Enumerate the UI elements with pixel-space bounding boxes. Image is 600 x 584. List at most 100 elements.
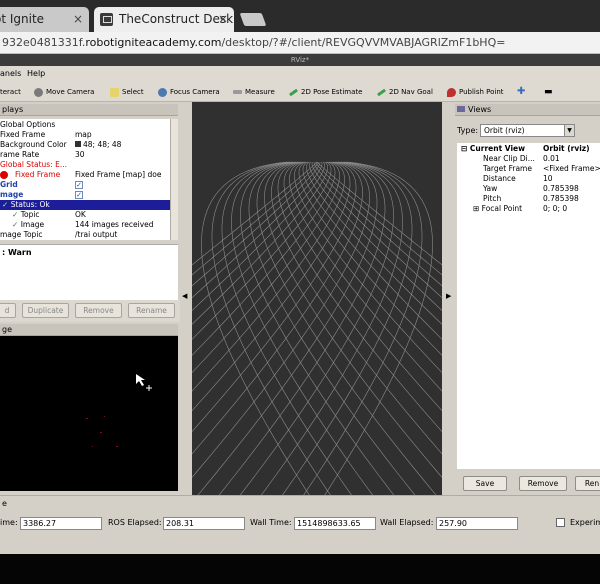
experimental-checkbox[interactable]	[556, 518, 565, 527]
tree-row[interactable]: ⊞ Focal Point 0; 0; 0	[457, 204, 600, 214]
displays-scrollbar[interactable]	[170, 119, 178, 240]
grid-line	[345, 225, 353, 233]
menu-help[interactable]: Help	[27, 69, 45, 78]
wall-elapsed-field[interactable]: 257.90	[436, 517, 518, 530]
add-button[interactable]: d	[0, 303, 16, 318]
grid-line	[308, 375, 318, 389]
grid-line	[247, 248, 257, 258]
tree-row[interactable]: Global Options	[0, 120, 170, 130]
grid-line	[201, 248, 203, 257]
grid-line	[231, 225, 242, 233]
grid-line	[200, 304, 213, 316]
rename-button[interactable]: Rename	[128, 303, 175, 318]
grid-line	[309, 161, 312, 164]
grid-canvas	[192, 161, 442, 507]
menu-panels[interactable]: anels	[0, 69, 21, 78]
grid-line	[290, 189, 293, 196]
grid-line	[246, 168, 255, 172]
tree-row[interactable]: Target Frame <Fixed Frame>	[457, 164, 600, 174]
grid-line	[390, 415, 403, 431]
tree-row[interactable]: Distance 10	[457, 174, 600, 184]
grid-line	[298, 401, 309, 416]
grid-line	[269, 173, 273, 178]
grid-line	[325, 162, 328, 165]
remove-button[interactable]: Remove	[75, 303, 122, 318]
pose-estimate-tool[interactable]: 2D Pose Estimate	[288, 86, 362, 98]
grid-line	[241, 232, 244, 241]
tree-row[interactable]: Yaw 0.785398	[457, 184, 600, 194]
grid-line	[316, 168, 320, 172]
grid-line	[343, 284, 350, 295]
address-bar[interactable]: 932e0481331f.robotigniteacademy.com/desk…	[0, 32, 600, 54]
tree-row[interactable]: ⊟ Current View Orbit (rviz)	[457, 144, 600, 154]
tree-row[interactable]: rame Rate 30	[0, 150, 170, 160]
image-checkbox[interactable]: ✓	[75, 191, 83, 199]
tree-row[interactable]: Fixed Frame map	[0, 130, 170, 140]
grid-line	[286, 256, 295, 266]
focus-camera-tool[interactable]: Focus Camera	[158, 86, 220, 98]
rename-view-button[interactable]: Ren	[575, 476, 600, 491]
close-icon[interactable]: ×	[218, 12, 228, 26]
grid-line	[366, 350, 374, 363]
tree-row[interactable]: mage Topic/trai output	[0, 230, 170, 240]
tree-row[interactable]: ✓ Topic OK	[0, 210, 170, 220]
image-panel-header: ge	[0, 324, 178, 336]
select-tool[interactable]: Select	[110, 86, 144, 98]
close-icon[interactable]: ×	[73, 12, 83, 26]
measure-tool[interactable]: Measure	[233, 86, 275, 98]
displays-tree[interactable]: Global Options Fixed Frame map Background…	[0, 119, 170, 240]
collapse-right-icon[interactable]: ▶	[446, 292, 451, 300]
tree-row[interactable]: ✓ Image 144 images received	[0, 220, 170, 230]
grid-line	[316, 248, 323, 258]
grid-line	[206, 274, 218, 285]
tree-row-grid[interactable]: Grid ✓	[0, 180, 170, 190]
grid-line	[201, 256, 204, 266]
grid-line	[343, 185, 350, 191]
left-splitter[interactable]: ◀	[180, 102, 190, 506]
add-tool-icon[interactable]: ✚	[517, 86, 525, 98]
tree-row[interactable]: Background Color 48; 48; 48	[0, 140, 170, 150]
duplicate-button[interactable]: Duplicate	[22, 303, 69, 318]
tree-row[interactable]: Global Status: E...	[0, 160, 170, 170]
grid-line	[324, 177, 329, 182]
grid-line	[265, 212, 268, 219]
grid-line	[304, 177, 307, 182]
save-view-button[interactable]: Save	[463, 476, 507, 491]
grid-line	[240, 375, 248, 389]
tree-row[interactable]: Pitch 0.785398	[457, 194, 600, 204]
ros-elapsed-field[interactable]: 208.31	[163, 517, 245, 530]
grid-line	[211, 375, 224, 389]
move-camera-tool[interactable]: Move Camera	[34, 86, 94, 98]
grid-line	[379, 185, 383, 191]
tool-menu-icon[interactable]: ▬	[544, 86, 553, 98]
nav-goal-tool[interactable]: 2D Nav Goal	[376, 86, 433, 98]
tab-theconstruct-desktop[interactable]: TheConstruct Desk ×	[94, 7, 234, 32]
grid-line	[256, 248, 260, 257]
tree-row-image[interactable]: mage ✓	[0, 190, 170, 200]
interact-tool[interactable]: teract	[0, 86, 21, 98]
grid-line	[361, 401, 373, 416]
3d-render-view[interactable]	[192, 102, 442, 507]
remove-view-button[interactable]: Remove	[519, 476, 567, 491]
grid-line	[360, 315, 370, 327]
grid-line	[379, 388, 388, 402]
view-type-select[interactable]: Orbit (rviz) ▼	[480, 124, 575, 137]
grid-line	[299, 211, 304, 219]
new-tab-button[interactable]	[239, 13, 267, 26]
tree-row[interactable]: Fixed Frame Fixed Frame [map] doe	[0, 170, 170, 180]
views-tree[interactable]: ⊟ Current View Orbit (rviz) Near Clip Di.…	[457, 143, 600, 469]
tree-row[interactable]: Near Clip Di... 0.01	[457, 154, 600, 164]
grid-line	[286, 200, 290, 207]
collapse-left-icon[interactable]: ◀	[182, 292, 187, 300]
grid-line	[409, 326, 415, 339]
tree-row-selected[interactable]: ✓ Status: Ok	[0, 200, 170, 210]
right-splitter[interactable]: ▶	[443, 102, 455, 506]
grid-checkbox[interactable]: ✓	[75, 181, 83, 189]
ros-time-field[interactable]: 3386.27	[20, 517, 102, 530]
grid-line	[333, 248, 341, 258]
publish-point-tool[interactable]: Publish Point	[447, 86, 504, 98]
tab-ros-ignite[interactable]: ot Ignite ×	[0, 7, 89, 32]
wall-time-field[interactable]: 1514898633.65	[294, 517, 376, 530]
grid-line	[336, 189, 342, 196]
image-panel-view[interactable]	[0, 336, 178, 491]
